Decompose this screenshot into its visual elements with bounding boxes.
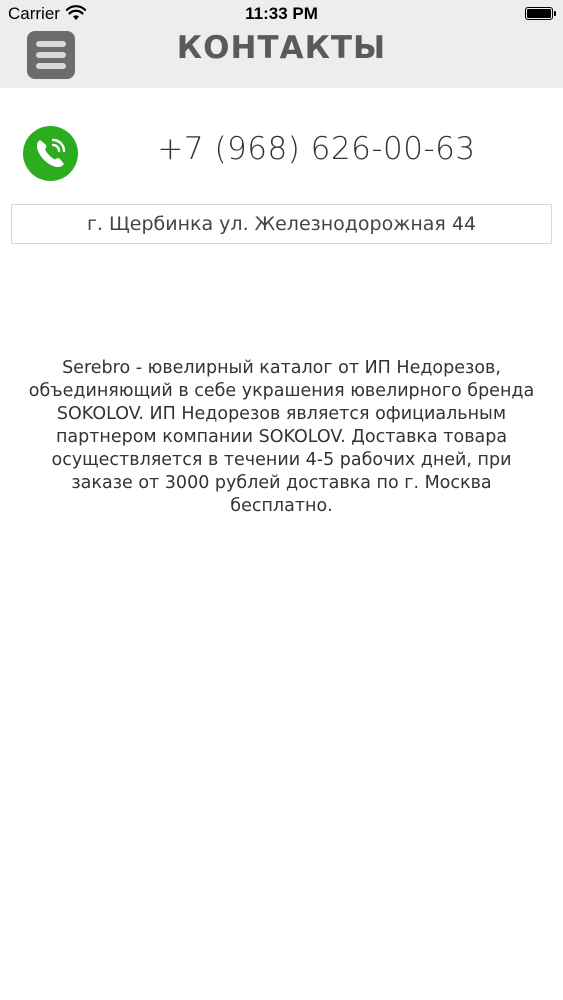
hamburger-menu-icon[interactable] <box>27 31 75 79</box>
battery-icon <box>525 7 553 20</box>
address-field[interactable]: г. Щербинка ул. Железнодорожная 44 <box>11 204 552 244</box>
status-time: 11:33 PM <box>245 4 318 23</box>
page-title: КОНТАКТЫ <box>176 30 387 66</box>
battery-tip <box>554 11 556 16</box>
phone-number-link[interactable]: +7 (968) 626-00-63 <box>110 131 523 167</box>
about-text: Serebro - ювелирный каталог от ИП Недоре… <box>28 358 535 516</box>
phone-icon[interactable] <box>23 126 78 181</box>
address-text: г. Щербинка ул. Железнодорожная 44 <box>86 213 477 235</box>
top-bar: Carrier 11:33 PM КОНТАКТЫ <box>0 0 563 88</box>
status-bar: Carrier 11:33 PM <box>0 0 563 30</box>
